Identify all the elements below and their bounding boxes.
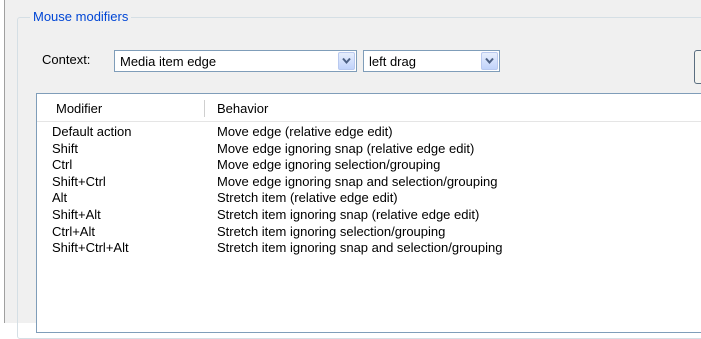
column-header-modifier[interactable]: Modifier: [56, 101, 102, 116]
behavior-cell: Move edge (relative edge edit): [217, 124, 393, 139]
modifier-cell: Alt: [52, 190, 68, 206]
behavior-cell: Stretch item (relative edge edit): [217, 190, 398, 206]
behavior-cell: Stretch item ignoring snap (relative edg…: [217, 206, 480, 222]
context-label: Context:: [42, 52, 91, 67]
behavior-cell: Move edge ignoring snap (relative edge e…: [217, 140, 475, 156]
modifier-cell: Ctrl: [52, 157, 73, 173]
column-divider[interactable]: [204, 100, 205, 117]
modifier-cell: Shift+Ctrl: [52, 173, 106, 189]
context-dropdown[interactable]: Media item edge: [114, 50, 357, 72]
list-header: Modifier Behavior: [37, 94, 701, 122]
table-row[interactable]: Shift+Ctrl Move edge ignoring snap and se…: [37, 174, 701, 191]
action-dropdown[interactable]: left drag: [363, 50, 500, 72]
action-dropdown-button[interactable]: [481, 52, 498, 70]
modifier-list[interactable]: Modifier Behavior Default action Move edg…: [36, 93, 701, 333]
modifier-cell: Shift: [52, 140, 79, 156]
group-title: Mouse modifiers: [30, 9, 132, 24]
modifier-cell: Ctrl+Alt: [52, 223, 95, 239]
behavior-cell: Stretch item ignoring selection/grouping: [217, 223, 446, 239]
window-left-edge: [0, 0, 5, 323]
chevron-down-icon: [342, 57, 351, 65]
context-dropdown-value: Media item edge: [120, 54, 217, 69]
behavior-cell: Move edge ignoring snap and selection/gr…: [217, 173, 498, 189]
behavior-cell: Stretch item ignoring snap and selection…: [217, 240, 503, 256]
table-row[interactable]: Default action Move edge (relative edge e…: [37, 124, 701, 141]
modifier-cell: Shift+Alt: [52, 206, 101, 222]
modifier-cell: Default action: [52, 124, 132, 139]
table-row[interactable]: Shift Move edge ignoring snap (relative e…: [37, 141, 701, 158]
column-header-behavior[interactable]: Behavior: [217, 101, 268, 116]
context-dropdown-button[interactable]: [338, 52, 355, 70]
mouse-modifiers-panel: Mouse modifiers Context: Media item edge…: [0, 0, 701, 339]
chevron-down-icon: [485, 57, 494, 65]
table-row[interactable]: Alt Stretch item (relative edge edit): [37, 190, 701, 207]
table-row[interactable]: Ctrl Move edge ignoring selection/groupin…: [37, 157, 701, 174]
behavior-cell: Move edge ignoring selection/grouping: [217, 157, 441, 173]
list-rows: Default action Move edge (relative edge e…: [37, 124, 701, 257]
table-row[interactable]: Shift+Ctrl+Alt Stretch item ignoring snap…: [37, 240, 701, 257]
table-row[interactable]: Shift+Alt Stretch item ignoring snap (rel…: [37, 207, 701, 224]
action-dropdown-value: left drag: [369, 54, 416, 69]
modifier-cell: Shift+Ctrl+Alt: [52, 240, 129, 256]
truncated-button[interactable]: [694, 50, 701, 84]
table-row[interactable]: Ctrl+Alt Stretch item ignoring selection/…: [37, 224, 701, 241]
